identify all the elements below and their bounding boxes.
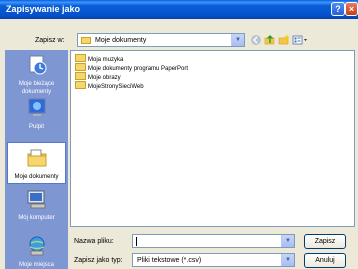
- save-in-value: Moje dokumenty: [95, 37, 147, 44]
- place-label: Mój komputer: [18, 215, 55, 221]
- window-title: Zapisywanie jako: [6, 4, 81, 14]
- cancel-button[interactable]: Anuluj: [304, 253, 346, 268]
- place-label: Moje bieżące dokumenty: [18, 81, 55, 95]
- place-my-computer[interactable]: Mój komputer: [7, 188, 66, 222]
- place-recent[interactable]: Moje bieżące dokumenty: [7, 54, 66, 96]
- list-item[interactable]: Moje dokumenty programu PaperPort: [75, 63, 188, 72]
- my-computer-icon: [27, 190, 45, 209]
- item-label: MojeStronySieciWeb: [88, 84, 144, 90]
- place-desktop[interactable]: Pulpit: [7, 97, 66, 131]
- help-button[interactable]: ?: [331, 2, 345, 16]
- folder-icon: [75, 54, 86, 62]
- text-caret: [136, 237, 137, 246]
- folder-icon: [81, 37, 91, 44]
- filetype-select[interactable]: Pliki tekstowe (*.csv) ▼: [132, 253, 295, 267]
- folder-icon: [75, 63, 86, 71]
- filename-label: Nazwa pliku:: [74, 238, 114, 245]
- list-item[interactable]: MojeStronySieciWeb: [75, 81, 144, 90]
- place-network[interactable]: Moje miejsca: [7, 235, 66, 269]
- filename-input[interactable]: ▼: [132, 234, 295, 248]
- filename-dropdown[interactable]: ▼: [281, 235, 294, 247]
- desktop-icon: [28, 98, 45, 116]
- place-label: Moje dokumenty: [14, 174, 59, 180]
- views-icon[interactable]: [292, 34, 308, 46]
- my-documents-icon: [27, 149, 46, 167]
- new-folder-icon[interactable]: [278, 34, 290, 46]
- place-my-documents[interactable]: Moje dokumenty: [7, 142, 66, 184]
- up-folder-icon[interactable]: [264, 34, 276, 46]
- place-label: Moje miejsca: [18, 262, 54, 268]
- places-bar: Moje bieżące dokumenty Pulpit Moje dokum…: [5, 50, 68, 269]
- chevron-down-icon[interactable]: ▼: [281, 254, 294, 266]
- save-as-dialog: Zapisywanie jako ? × Zapisz w: Moje doku…: [0, 0, 358, 269]
- filetype-value: Pliki tekstowe (*.csv): [137, 257, 202, 264]
- file-list[interactable]: Moja muzyka Moje dokumenty programu Pape…: [70, 50, 355, 227]
- recent-documents-icon: [29, 55, 46, 75]
- chevron-down-icon[interactable]: ▼: [231, 34, 244, 46]
- title-bar[interactable]: Zapisywanie jako ? ×: [0, 0, 358, 19]
- folder-icon: [75, 81, 86, 89]
- list-item[interactable]: Moja muzyka: [75, 54, 123, 63]
- save-in-combo[interactable]: Moje dokumenty ▼: [77, 33, 245, 47]
- place-label: Pulpit: [28, 124, 44, 130]
- save-in-label: Zapisz w:: [35, 37, 65, 44]
- list-item[interactable]: Moje obrazy: [75, 72, 121, 81]
- folder-icon: [75, 72, 86, 80]
- chevron-down-icon[interactable]: ▼: [281, 235, 294, 247]
- save-button[interactable]: Zapisz: [304, 234, 346, 249]
- network-places-icon: [29, 236, 44, 256]
- filetype-label: Zapisz jako typ:: [74, 257, 123, 264]
- close-button[interactable]: ×: [345, 2, 358, 16]
- back-icon[interactable]: [250, 34, 262, 46]
